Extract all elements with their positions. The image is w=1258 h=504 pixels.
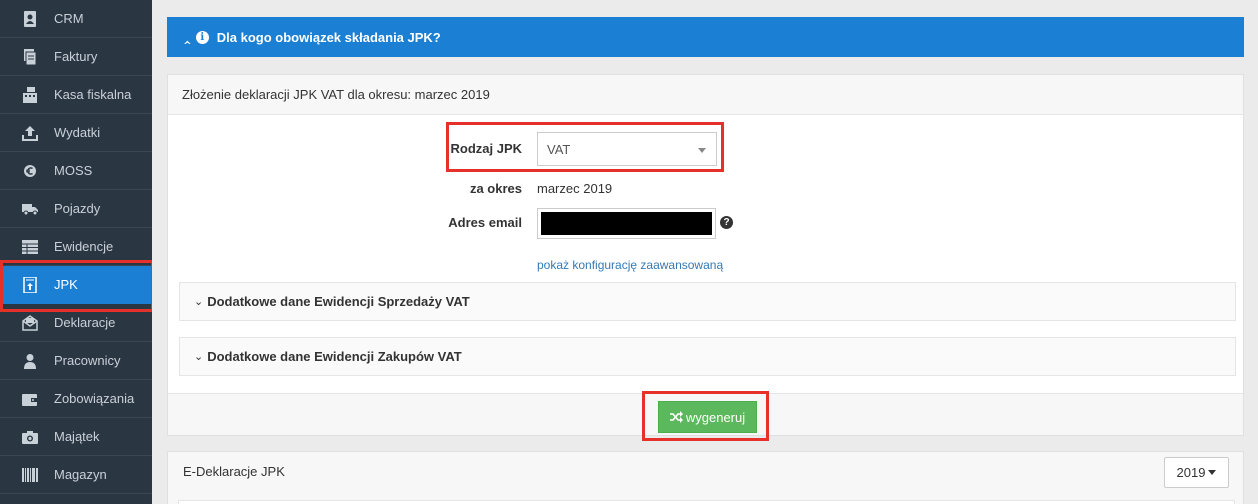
- year-value: 2019: [1176, 465, 1206, 480]
- sidebar: CRM Faktury Kasa fiskalna Wydatki MOSS P…: [0, 0, 152, 504]
- sidebar-item-label: CRM: [54, 11, 84, 26]
- sales-section-title: Dodatkowe dane Ewidencji Sprzedaży VAT: [207, 294, 470, 309]
- purchase-section-title: Dodatkowe dane Ewidencji Zakupów VAT: [207, 349, 462, 364]
- jpk-file-icon: [22, 277, 38, 293]
- sidebar-item-pojazdy[interactable]: Pojazdy: [0, 190, 152, 228]
- period-label: za okres: [469, 181, 522, 196]
- shuffle-icon: [669, 411, 684, 423]
- sidebar-item-label: Wydatki: [54, 125, 101, 140]
- invoice-icon: [22, 49, 38, 65]
- advanced-config-link[interactable]: pokaż konfigurację zaawansowaną: [537, 258, 723, 272]
- sidebar-item-deklaracje[interactable]: Deklaracje: [0, 304, 152, 342]
- euro-coin-icon: [22, 163, 38, 179]
- sidebar-item-crm[interactable]: CRM: [0, 0, 152, 38]
- cash-register-icon: [22, 87, 38, 103]
- barcode-icon: [22, 467, 38, 483]
- sidebar-item-label: Kasa fiskalna: [54, 87, 132, 102]
- sidebar-item-majatek[interactable]: Majątek: [0, 418, 152, 456]
- sidebar-item-label: Faktury: [54, 49, 98, 64]
- declaration-panel-title: Złożenie deklaracji JPK VAT dla okresu: …: [182, 87, 490, 102]
- sidebar-item-zobowiazania[interactable]: Zobowiązania: [0, 380, 152, 418]
- edeklaracje-panel: E-Deklaracje JPK 2019: [167, 451, 1244, 504]
- info-icon: i: [195, 30, 209, 44]
- email-label: Adres email: [448, 215, 522, 230]
- declaration-panel: Złożenie deklaracji JPK VAT dla okresu: …: [167, 74, 1244, 436]
- wallet-icon: [22, 391, 38, 407]
- edeklaracje-title: E-Deklaracje JPK: [183, 464, 285, 479]
- sidebar-item-moss[interactable]: MOSS: [0, 152, 152, 190]
- sidebar-item-label: Pracownicy: [54, 353, 121, 368]
- info-bar-toggle[interactable]: ‸ i Dla kogo obowiązek składania JPK?: [167, 17, 1244, 57]
- period-value: marzec 2019: [537, 181, 613, 196]
- chevron-down-icon: ⌄: [194, 296, 204, 308]
- contact-book-icon: [22, 11, 38, 27]
- chevron-down-icon: ⌄: [194, 351, 204, 363]
- sidebar-item-label: Magazyn: [54, 467, 107, 482]
- sidebar-item-magazyn[interactable]: Magazyn: [0, 456, 152, 494]
- declaration-panel-header: Złożenie deklaracji JPK VAT dla okresu: …: [168, 75, 1243, 115]
- edeklaracje-table: [178, 500, 1235, 504]
- jpk-type-label: Rodzaj JPK: [450, 141, 522, 156]
- sidebar-item-label: JPK: [54, 277, 78, 292]
- camera-icon: [22, 429, 38, 445]
- sales-section-toggle[interactable]: ⌄ Dodatkowe dane Ewidencji Sprzedaży VAT: [179, 282, 1236, 321]
- truck-icon: [22, 201, 38, 217]
- help-icon[interactable]: ?: [720, 216, 733, 229]
- generate-button-label: wygeneruj: [685, 409, 746, 425]
- main-content: ‸ i Dla kogo obowiązek składania JPK? Zł…: [152, 0, 1258, 504]
- sidebar-item-label: Zobowiązania: [54, 391, 135, 406]
- sidebar-item-jpk[interactable]: JPK: [0, 266, 152, 304]
- sidebar-item-ewidencje[interactable]: Ewidencje: [0, 228, 152, 266]
- sidebar-item-label: Pojazdy: [54, 201, 101, 216]
- sidebar-item-label: Deklaracje: [54, 315, 116, 330]
- sidebar-item-label: Majątek: [54, 429, 100, 444]
- upload-icon: [22, 125, 38, 141]
- sidebar-item-pracownicy[interactable]: Pracownicy: [0, 342, 152, 380]
- chevron-down-icon: [1208, 470, 1217, 475]
- jpk-type-select[interactable]: VAT: [537, 132, 717, 166]
- sidebar-item-label: MOSS: [54, 163, 93, 178]
- year-dropdown[interactable]: 2019: [1164, 457, 1229, 488]
- sidebar-item-faktury[interactable]: Faktury: [0, 38, 152, 76]
- email-field-wrapper: [537, 208, 716, 239]
- sidebar-item-kasa-fiskalna[interactable]: Kasa fiskalna: [0, 76, 152, 114]
- purchase-section-toggle[interactable]: ⌄ Dodatkowe dane Ewidencji Zakupów VAT: [179, 337, 1236, 376]
- chevron-down-icon: [698, 148, 706, 153]
- sidebar-item-label: Ewidencje: [54, 239, 114, 254]
- sidebar-item-wydatki[interactable]: Wydatki: [0, 114, 152, 152]
- jpk-type-value: VAT: [547, 141, 571, 157]
- person-icon: [22, 353, 38, 369]
- envelope-icon: [22, 315, 38, 331]
- generate-button[interactable]: wygeneruj: [658, 401, 757, 433]
- email-field[interactable]: [541, 212, 712, 235]
- info-bar-title: Dla kogo obowiązek składania JPK?: [216, 29, 441, 45]
- table-icon: [22, 239, 38, 255]
- chevron-up-icon: ‸: [183, 30, 192, 44]
